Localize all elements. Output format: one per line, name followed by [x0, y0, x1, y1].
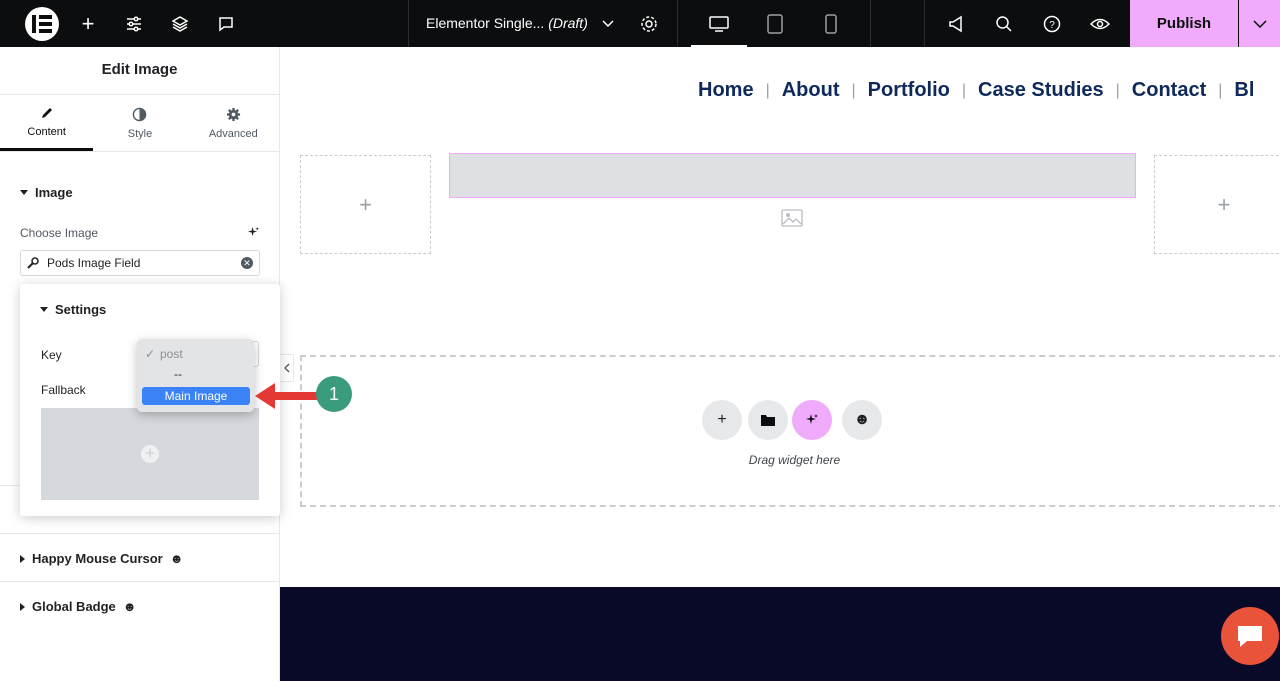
- image-section-toggle[interactable]: Image: [20, 185, 73, 200]
- divider: [0, 581, 280, 582]
- nav-item-contact[interactable]: Contact: [1132, 79, 1206, 102]
- tab-content-label: Content: [27, 125, 66, 138]
- fallback-image-picker[interactable]: +: [41, 408, 259, 500]
- section-title: Happy Mouse Cursor: [32, 551, 163, 566]
- key-select-dropdown[interactable]: ✓ post -- Main Image: [137, 339, 254, 412]
- desktop-icon[interactable]: [708, 0, 730, 47]
- chat-widget-icon[interactable]: [1221, 607, 1279, 665]
- collapse-panel-chevron-icon[interactable]: [280, 354, 294, 382]
- divider: [870, 0, 871, 47]
- tablet-icon[interactable]: [765, 0, 785, 47]
- option-label: --: [174, 367, 182, 381]
- publish-options-chevron-icon[interactable]: [1239, 0, 1280, 47]
- divider: [924, 0, 925, 47]
- section-title: Global Badge: [32, 599, 116, 614]
- nav-separator: |: [765, 81, 770, 99]
- drag-widget-hint: Drag widget here: [748, 453, 841, 467]
- add-image-plus-icon: +: [141, 445, 159, 463]
- divider: [408, 0, 409, 47]
- annotation-arrow: [270, 392, 320, 400]
- structure-layers-icon[interactable]: [168, 0, 192, 47]
- editor-canvas: Home | About | Portfolio | Case Studies …: [280, 47, 1280, 587]
- panel-tabs: Content Style Advanced: [0, 95, 280, 152]
- dropdown-option-highlighted[interactable]: Main Image: [142, 387, 250, 405]
- checkmark-icon: ✓: [145, 347, 156, 361]
- tab-style-label: Style: [127, 127, 153, 140]
- selected-image-widget[interactable]: [449, 153, 1136, 198]
- tab-content[interactable]: Content: [0, 95, 94, 151]
- add-element-icon[interactable]: +: [76, 0, 100, 47]
- caret-down-icon: [40, 307, 48, 312]
- preview-eye-icon[interactable]: [1088, 0, 1112, 47]
- site-navigation: Home | About | Portfolio | Case Studies …: [698, 79, 1254, 102]
- panel-title: Edit Image: [0, 47, 279, 95]
- happy-addons-icon: ☻: [122, 599, 137, 614]
- dynamic-tag-field[interactable]: Pods Image Field ✕: [20, 250, 260, 276]
- document-name: Elementor Single...: [426, 15, 545, 31]
- gear-icon: [226, 107, 240, 121]
- fallback-label: Fallback: [41, 383, 86, 397]
- add-section-plus-icon[interactable]: +: [702, 400, 742, 440]
- caret-right-icon: [20, 554, 25, 563]
- half-circle-icon: [133, 107, 147, 121]
- happy-mouse-cursor-section[interactable]: Happy Mouse Cursor ☻: [20, 551, 183, 566]
- notifications-megaphone-icon[interactable]: [946, 0, 968, 47]
- divider: [0, 533, 280, 534]
- empty-column-right[interactable]: +: [1154, 155, 1280, 254]
- comments-icon[interactable]: [214, 0, 238, 47]
- nav-separator: |: [1218, 81, 1223, 99]
- clear-dynamic-tag-icon[interactable]: ✕: [241, 257, 253, 269]
- ai-sparkle-icon[interactable]: [792, 400, 832, 440]
- image-section-title: Image: [35, 185, 73, 200]
- dynamic-tag-value: Pods Image Field: [47, 256, 141, 270]
- drop-zone[interactable]: + ☻ Drag widget here: [300, 355, 1280, 507]
- publish-button[interactable]: Publish: [1130, 0, 1238, 47]
- key-label: Key: [41, 348, 62, 362]
- page-settings-gear-icon[interactable]: [638, 0, 660, 47]
- nav-item-case-studies[interactable]: Case Studies: [978, 79, 1104, 102]
- nav-item-home[interactable]: Home: [698, 79, 754, 102]
- chevron-down-icon[interactable]: [600, 0, 616, 47]
- caret-right-icon: [20, 602, 25, 611]
- svg-text:?: ?: [1049, 20, 1055, 31]
- tab-style[interactable]: Style: [93, 95, 186, 151]
- template-folder-icon[interactable]: [748, 400, 788, 440]
- nav-item-blog[interactable]: Bl: [1234, 79, 1254, 102]
- annotation-arrow-head: [255, 383, 275, 409]
- nav-item-portfolio[interactable]: Portfolio: [868, 79, 950, 102]
- happy-addons-icon: ☻: [169, 551, 184, 566]
- empty-column-left[interactable]: +: [300, 155, 431, 254]
- mobile-icon[interactable]: [822, 0, 840, 47]
- divider: [677, 0, 678, 47]
- happy-addons-templates-icon[interactable]: ☻: [842, 400, 882, 440]
- nav-separator: |: [1115, 81, 1120, 99]
- nav-separator: |: [851, 81, 856, 99]
- option-label: post: [160, 347, 183, 361]
- wrench-icon: [27, 257, 39, 269]
- ai-sparkle-icon[interactable]: [247, 226, 260, 244]
- global-badge-section[interactable]: Global Badge ☻: [20, 599, 136, 614]
- caret-down-icon: [20, 190, 28, 195]
- settings-title: Settings: [55, 302, 107, 317]
- nav-separator: |: [961, 81, 967, 99]
- page-footer: [280, 587, 1280, 681]
- help-icon[interactable]: ?: [1041, 0, 1063, 47]
- settings-toggle[interactable]: Settings: [40, 302, 106, 317]
- site-settings-icon[interactable]: [122, 0, 146, 47]
- top-bar: + Elementor Single... (Draft) ? Publish: [0, 0, 1280, 47]
- elementor-logo-icon[interactable]: [25, 7, 59, 41]
- tab-advanced-label: Advanced: [208, 127, 258, 140]
- nav-item-about[interactable]: About: [782, 79, 840, 102]
- tab-advanced[interactable]: Advanced: [187, 95, 280, 151]
- image-placeholder-icon: [781, 209, 803, 232]
- choose-image-label: Choose Image: [20, 226, 99, 240]
- pencil-icon: [41, 107, 52, 118]
- document-status: (Draft): [548, 15, 588, 31]
- step-number-badge: 1: [316, 376, 352, 412]
- document-title[interactable]: Elementor Single... (Draft): [426, 15, 588, 31]
- search-icon[interactable]: [993, 0, 1015, 47]
